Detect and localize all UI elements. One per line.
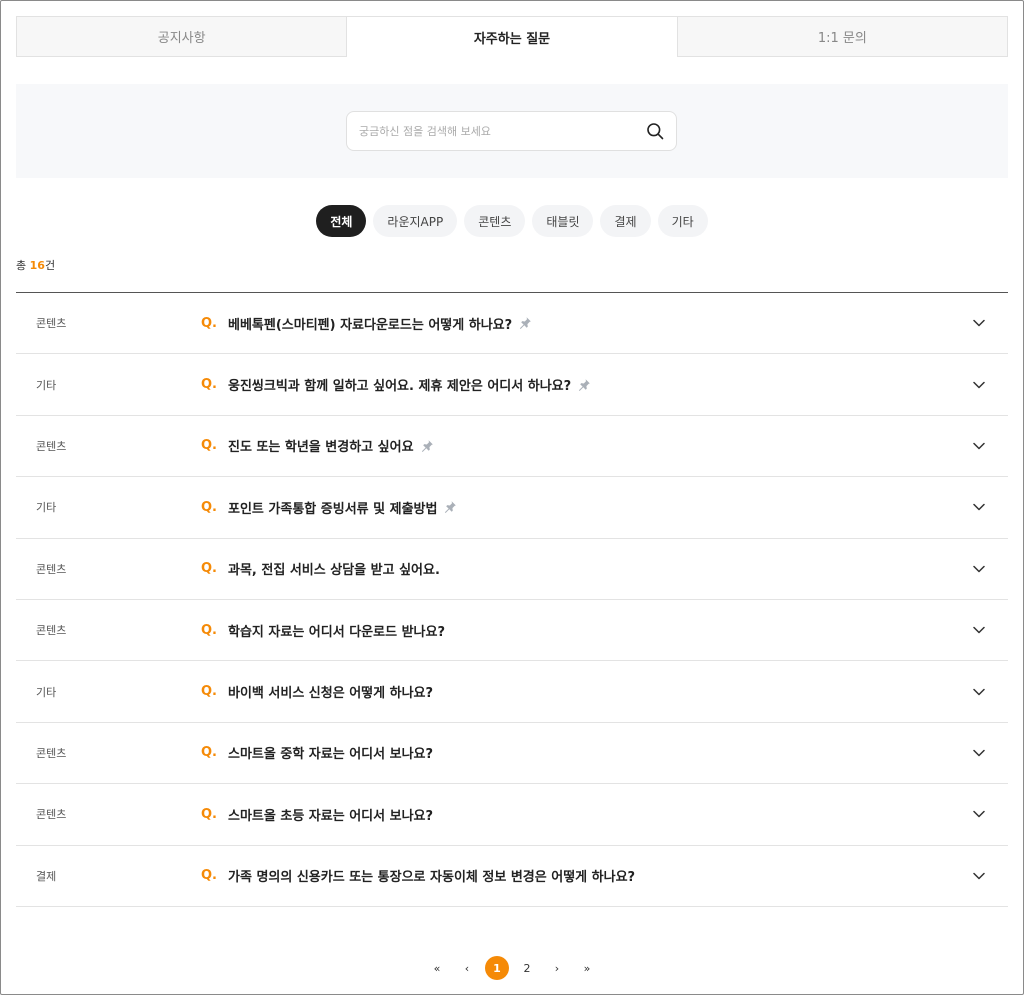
pin-icon — [518, 316, 532, 330]
category-chip-etc[interactable]: 기타 — [657, 205, 708, 237]
faq-title-text: 포인트 가족통합 증빙서류 및 제출방법 — [228, 501, 438, 517]
faq-q-marker: Q. — [201, 499, 217, 515]
tab-inquiry[interactable]: 1:1 문의 — [677, 16, 1008, 57]
result-count: 총 16건 — [16, 257, 55, 273]
faq-title[interactable]: 스마트올 초등 자료는 어디서 보나요? — [228, 805, 433, 824]
category-chip-all[interactable]: 전체 — [316, 205, 367, 237]
chevron-down-icon[interactable] — [972, 807, 986, 821]
faq-title[interactable]: 과목, 전집 서비스 상담을 받고 싶어요. — [228, 559, 440, 578]
faq-title-text: 진도 또는 학년을 변경하고 싶어요 — [228, 440, 414, 456]
count-number: 16 — [29, 259, 45, 272]
faq-q-marker: Q. — [201, 377, 217, 393]
category-chip-payment[interactable]: 결제 — [600, 205, 651, 237]
chevron-down-icon[interactable] — [972, 623, 986, 637]
search-icon[interactable] — [646, 122, 664, 140]
faq-q-marker: Q. — [201, 745, 217, 761]
faq-row[interactable]: 기타 Q. 웅진씽크빅과 함께 일하고 싶어요. 제휴 제안은 어디서 하나요? — [16, 354, 1008, 416]
faq-title-text: 스마트올 중학 자료는 어디서 보나요? — [228, 747, 434, 763]
search-area — [16, 84, 1008, 178]
faq-row[interactable]: 콘텐츠 Q. 과목, 전집 서비스 상담을 받고 싶어요. — [16, 539, 1008, 600]
pagination: « ‹ 1 2 › » — [0, 956, 1024, 980]
count-suffix: 건 — [44, 259, 56, 272]
chevron-down-icon[interactable] — [972, 500, 986, 514]
faq-category: 콘텐츠 — [36, 439, 67, 453]
category-filter: 전체 라운지APP 콘텐츠 태블릿 결제 기타 — [0, 205, 1024, 238]
tab-notice[interactable]: 공지사항 — [16, 16, 348, 57]
chevron-down-icon[interactable] — [972, 316, 986, 330]
faq-category: 콘텐츠 — [36, 746, 67, 760]
faq-row[interactable]: 콘텐츠 Q. 스마트올 초등 자료는 어디서 보나요? — [16, 784, 1008, 846]
pin-icon — [420, 439, 434, 453]
chevron-down-icon[interactable] — [972, 746, 986, 760]
chevron-down-icon[interactable] — [972, 378, 986, 392]
faq-q-marker: Q. — [201, 622, 217, 638]
faq-row[interactable]: 결제 Q. 가족 명의의 신용카드 또는 통장으로 자동이체 정보 변경은 어떻게 … — [16, 846, 1008, 907]
faq-title[interactable]: 베베톡펜(스마티펜) 자료다운로드는 어떻게 하나요? — [228, 314, 532, 333]
faq-list: 콘텐츠 Q. 베베톡펜(스마티펜) 자료다운로드는 어떻게 하나요? 기타 Q. 웅진씽크… — [16, 292, 1008, 907]
chevron-down-icon[interactable] — [972, 685, 986, 699]
faq-category: 기타 — [36, 378, 57, 392]
faq-q-marker: Q. — [201, 561, 217, 577]
faq-row[interactable]: 콘텐츠 Q. 스마트올 중학 자료는 어디서 보나요? — [16, 723, 1008, 785]
faq-q-marker: Q. — [201, 438, 217, 454]
page-2-button[interactable]: 2 — [515, 956, 539, 980]
chevron-down-icon[interactable] — [972, 869, 986, 883]
faq-row[interactable]: 콘텐츠 Q. 진도 또는 학년을 변경하고 싶어요 — [16, 416, 1008, 478]
faq-title-text: 웅진씽크빅과 함께 일하고 싶어요. 제휴 제안은 어디서 하나요? — [228, 379, 572, 395]
faq-q-marker: Q. — [201, 868, 217, 884]
first-page-button[interactable]: « — [425, 956, 449, 980]
chevron-down-icon[interactable] — [972, 562, 986, 576]
page-1-button[interactable]: 1 — [485, 956, 509, 980]
faq-title[interactable]: 스마트올 중학 자료는 어디서 보나요? — [228, 743, 433, 762]
pin-icon — [577, 378, 591, 392]
faq-row[interactable]: 기타 Q. 바이백 서비스 신청은 어떻게 하나요? — [16, 661, 1008, 723]
count-prefix: 총 — [16, 259, 30, 272]
faq-q-marker: Q. — [201, 315, 217, 331]
prev-page-button[interactable]: ‹ — [455, 956, 479, 980]
faq-category: 콘텐츠 — [36, 317, 67, 331]
faq-title-text: 가족 명의의 신용카드 또는 통장으로 자동이체 정보 변경은 어떻게 하나요? — [228, 870, 636, 886]
faq-category: 콘텐츠 — [36, 562, 67, 576]
faq-row[interactable]: 콘텐츠 Q. 베베톡펜(스마티펜) 자료다운로드는 어떻게 하나요? — [16, 293, 1008, 355]
faq-title-text: 스마트올 초등 자료는 어디서 보나요? — [228, 808, 434, 824]
faq-title[interactable]: 가족 명의의 신용카드 또는 통장으로 자동이체 정보 변경은 어떻게 하나요? — [228, 866, 635, 885]
faq-title-text: 바이백 서비스 신청은 어떻게 하나요? — [228, 686, 434, 702]
faq-category: 콘텐츠 — [36, 624, 67, 638]
pin-icon — [443, 500, 457, 514]
faq-category: 결제 — [36, 869, 57, 883]
faq-q-marker: Q. — [201, 684, 217, 700]
faq-row[interactable]: 콘텐츠 Q. 학습지 자료는 어디서 다운로드 받나요? — [16, 600, 1008, 662]
faq-q-marker: Q. — [201, 806, 217, 822]
faq-title-text: 과목, 전집 서비스 상담을 받고 싶어요. — [228, 563, 440, 579]
faq-title[interactable]: 바이백 서비스 신청은 어떻게 하나요? — [228, 682, 433, 701]
category-chip-lounge-app[interactable]: 라운지APP — [373, 205, 458, 237]
faq-title-text: 베베톡펜(스마티펜) 자료다운로드는 어떻게 하나요? — [228, 317, 513, 333]
faq-category: 기타 — [36, 501, 57, 515]
last-page-button[interactable]: » — [575, 956, 599, 980]
faq-title-text: 학습지 자료는 어디서 다운로드 받나요? — [228, 624, 446, 640]
faq-category: 기타 — [36, 685, 57, 699]
board-tabs: 공지사항 자주하는 질문 1:1 문의 — [16, 16, 1008, 57]
faq-title[interactable]: 학습지 자료는 어디서 다운로드 받나요? — [228, 621, 445, 640]
search-box — [346, 111, 677, 151]
category-chip-tablet[interactable]: 태블릿 — [532, 205, 594, 237]
faq-row[interactable]: 기타 Q. 포인트 가족통합 증빙서류 및 제출방법 — [16, 477, 1008, 539]
faq-title[interactable]: 웅진씽크빅과 함께 일하고 싶어요. 제휴 제안은 어디서 하나요? — [228, 375, 591, 394]
category-chip-contents[interactable]: 콘텐츠 — [464, 205, 526, 237]
faq-category: 콘텐츠 — [36, 808, 67, 822]
tab-faq[interactable]: 자주하는 질문 — [347, 16, 678, 57]
next-page-button[interactable]: › — [545, 956, 569, 980]
faq-title[interactable]: 포인트 가족통합 증빙서류 및 제출방법 — [228, 498, 457, 517]
faq-title[interactable]: 진도 또는 학년을 변경하고 싶어요 — [228, 436, 434, 455]
chevron-down-icon[interactable] — [972, 439, 986, 453]
search-input[interactable] — [359, 124, 646, 138]
